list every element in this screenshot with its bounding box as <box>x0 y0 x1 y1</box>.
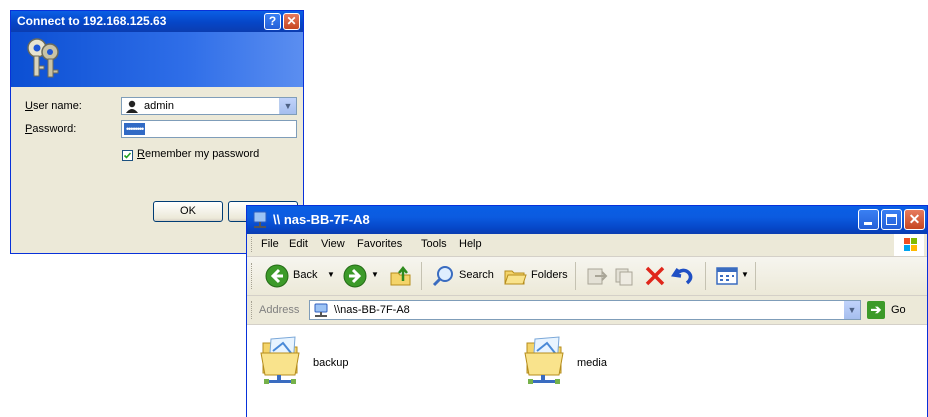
go-button-label[interactable]: Go <box>891 304 906 316</box>
dialog-title: Connect to 192.168.125.63 <box>17 14 167 28</box>
address-input[interactable]: \\nas-BB-7F-A8 ▼ <box>309 300 861 320</box>
explorer-titlebar[interactable]: \\ nas-BB-7F-A8 ✕ <box>247 206 927 234</box>
search-button-label[interactable]: Search <box>459 269 494 281</box>
folders-button-label[interactable]: Folders <box>531 269 568 281</box>
maximize-button[interactable] <box>881 209 902 230</box>
explorer-window: \\ nas-BB-7F-A8 ✕ File Edit View Favorit… <box>246 205 928 417</box>
remember-password-label[interactable]: Remember my password <box>137 148 259 160</box>
toolbar-grip[interactable] <box>251 263 255 289</box>
share-item-media[interactable]: media <box>523 335 607 390</box>
go-arrow-icon[interactable]: ➔ <box>867 301 885 319</box>
toolbar-separator <box>755 262 756 290</box>
folder-contents: backup media <box>247 325 927 417</box>
back-history-dropdown[interactable]: ▼ <box>327 270 335 279</box>
toolbar-separator <box>705 262 706 290</box>
username-label: User name: <box>25 100 82 112</box>
window-close-button[interactable]: ✕ <box>904 209 925 230</box>
menu-help[interactable]: Help <box>459 238 482 250</box>
shared-folder-icon <box>524 336 564 384</box>
menu-view[interactable]: View <box>321 238 345 250</box>
move-to-icon[interactable] <box>585 264 609 288</box>
password-field[interactable]: •••••••• <box>121 120 297 138</box>
help-button[interactable]: ? <box>264 13 281 30</box>
menu-file[interactable]: File <box>261 238 279 250</box>
search-icon[interactable] <box>431 264 455 288</box>
back-button-label[interactable]: Back <box>293 269 317 281</box>
dialog-titlebar[interactable]: Connect to 192.168.125.63 ? ✕ <box>11 11 303 32</box>
folders-icon[interactable] <box>503 264 527 288</box>
username-combobox[interactable]: admin ▼ <box>121 97 297 115</box>
username-value: admin <box>144 100 174 112</box>
address-label: Address <box>259 304 300 316</box>
views-icon[interactable] <box>715 264 739 288</box>
back-arrow-icon[interactable] <box>265 264 289 288</box>
address-dropdown-button[interactable]: ▼ <box>844 301 860 319</box>
menu-tools[interactable]: Tools <box>421 238 447 250</box>
views-dropdown[interactable]: ▼ <box>741 270 749 279</box>
minimize-icon <box>864 222 872 225</box>
share-label: backup <box>313 357 349 369</box>
address-bar: Address \\nas-BB-7F-A8 ▼ ➔ Go <box>247 296 927 325</box>
copy-to-icon[interactable] <box>613 264 637 288</box>
forward-history-dropdown[interactable]: ▼ <box>371 270 379 279</box>
minimize-button[interactable] <box>858 209 879 230</box>
password-label: Password: <box>25 123 77 135</box>
menu-bar: File Edit View Favorites Tools Help <box>247 234 927 257</box>
dialog-close-button[interactable]: ✕ <box>283 13 300 30</box>
checkmark-icon <box>123 152 132 159</box>
username-dropdown-button[interactable]: ▼ <box>279 98 296 114</box>
dialog-banner <box>11 32 303 87</box>
shared-folder-icon <box>260 336 300 384</box>
toolbar-separator <box>421 262 422 290</box>
share-item-backup[interactable]: backup <box>259 335 348 390</box>
windows-logo-icon <box>894 234 924 256</box>
password-mask: •••••••• <box>124 123 146 135</box>
maximize-icon <box>886 214 897 225</box>
share-label: media <box>577 357 607 369</box>
standard-toolbar: Back ▼ ▼ Search Folders ▼ <box>247 257 927 296</box>
network-drive-icon <box>314 303 328 317</box>
folder-up-icon[interactable] <box>389 264 413 288</box>
menu-edit[interactable]: Edit <box>289 238 308 250</box>
network-drive-icon <box>253 211 267 228</box>
user-icon <box>126 100 138 113</box>
forward-arrow-icon[interactable] <box>343 264 367 288</box>
address-value: \\nas-BB-7F-A8 <box>334 304 410 316</box>
delete-icon[interactable] <box>643 264 667 288</box>
menubar-grip[interactable] <box>251 237 255 252</box>
toolbar-separator <box>575 262 576 290</box>
ok-button[interactable]: OK <box>153 201 223 222</box>
menu-favorites[interactable]: Favorites <box>357 238 402 250</box>
remember-password-checkbox[interactable] <box>122 150 133 161</box>
explorer-title: \\ nas-BB-7F-A8 <box>273 212 370 227</box>
undo-icon[interactable] <box>671 264 695 288</box>
address-grip[interactable] <box>251 301 255 319</box>
keys-icon <box>27 38 59 78</box>
